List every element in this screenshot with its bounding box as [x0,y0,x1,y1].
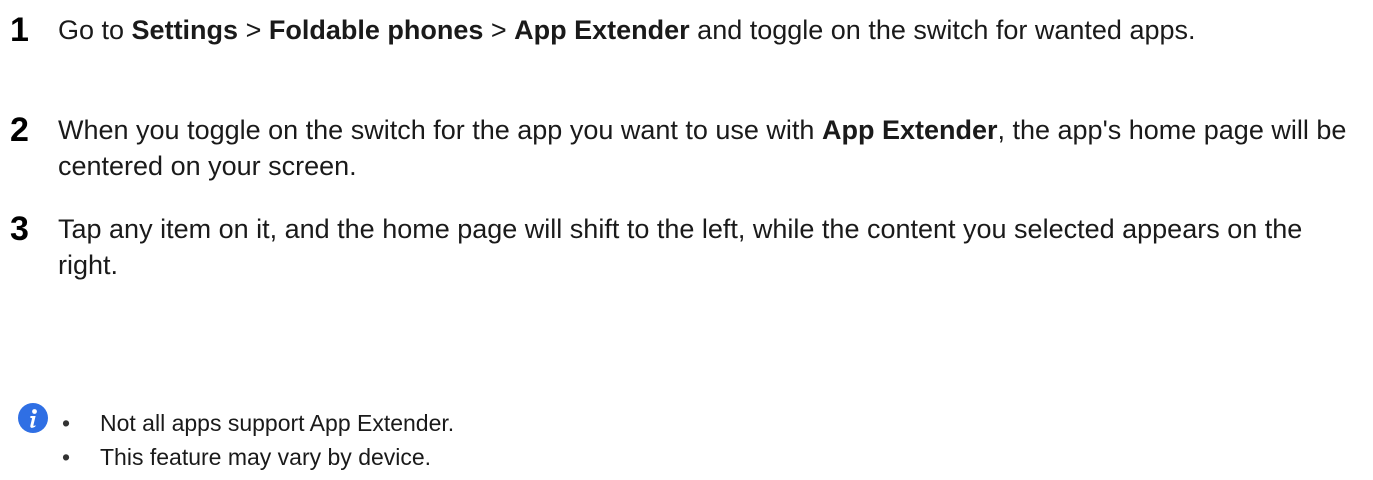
bullet: • [62,444,71,470]
step-number: 1 [10,11,29,49]
note-text: This feature may vary by device. [100,444,432,470]
step-text-part: and toggle on the switch for wanted apps… [689,15,1196,45]
bullet: • [62,410,71,436]
step-text: Go to Settings > Foldable phones > App E… [58,12,1358,48]
ui-path-foldable-phones: Foldable phones [268,15,484,45]
note-text: Not all apps support App Extender. [100,410,455,436]
step-text: When you toggle on the switch for the ap… [58,112,1358,184]
step-text-part: Go to [58,15,132,45]
note-item: • Not all apps support App Extender. [62,408,454,438]
ui-path-settings: Settings [131,15,239,45]
step-text-part: When you toggle on the switch for the ap… [58,115,822,145]
step-number: 2 [10,111,29,149]
ui-path-app-extender: App Extender [514,15,690,45]
ui-path-app-extender: App Extender [821,115,998,145]
step-text: Tap any item on it, and the home page wi… [58,211,1358,283]
step-text-part: Tap any item on it, and the home page wi… [58,214,1303,280]
step-text-part: > [238,15,269,45]
note-item: • This feature may vary by device. [62,442,431,472]
step-text-part: > [483,15,515,45]
info-icon [18,403,48,433]
step-number: 3 [10,210,29,248]
